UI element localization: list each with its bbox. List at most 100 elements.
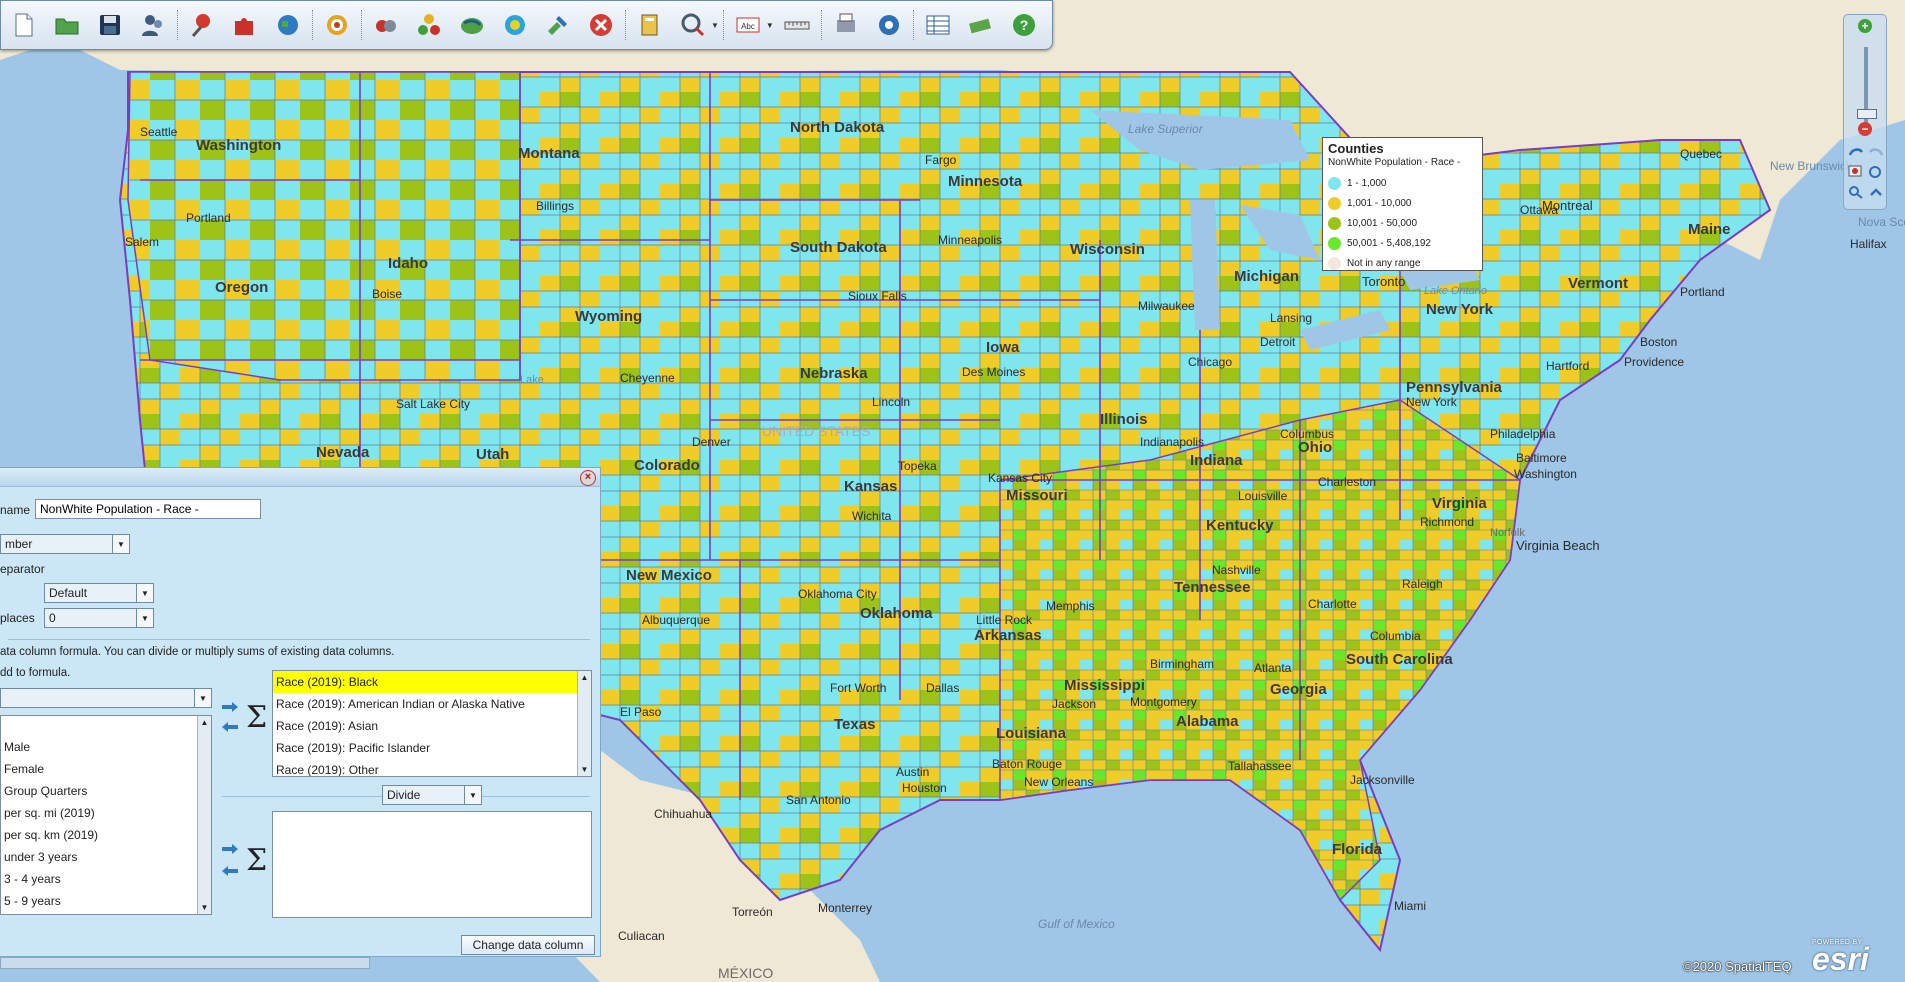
- help-button[interactable]: ?: [1007, 8, 1041, 42]
- ruler-button[interactable]: [780, 8, 814, 42]
- clipboard-button[interactable]: [633, 8, 667, 42]
- globe-button[interactable]: [271, 8, 305, 42]
- add-to-numerator-button[interactable]: [221, 701, 239, 713]
- type-select[interactable]: mber ▼: [0, 534, 130, 554]
- map-label: Milwaukee: [1138, 299, 1195, 313]
- pan-forward-icon[interactable]: [1868, 145, 1884, 159]
- category-select[interactable]: ▼: [0, 688, 212, 708]
- lasso-select-button[interactable]: [676, 8, 710, 42]
- print-button[interactable]: [829, 8, 863, 42]
- cancel-button[interactable]: [584, 8, 618, 42]
- users-button[interactable]: [136, 8, 170, 42]
- map-label: Louisville: [1238, 489, 1288, 503]
- map-label: Nashville: [1212, 563, 1261, 577]
- chevron-down-icon[interactable]: ▼: [766, 21, 774, 30]
- dialog-title-bar[interactable]: ×: [0, 468, 600, 487]
- chevron-up-icon[interactable]: [1868, 185, 1884, 199]
- main-toolbar: ▼ Abc ▼ ?: [0, 0, 1053, 50]
- zoom-box-icon[interactable]: [1848, 165, 1864, 179]
- legend-subtitle: NonWhite Population - Race -: [1328, 157, 1461, 168]
- save-button[interactable]: [93, 8, 127, 42]
- map-label: Florida: [1332, 841, 1383, 858]
- list-item[interactable]: Group Quarters: [1, 780, 211, 802]
- remove-from-denominator-button[interactable]: [221, 865, 239, 877]
- list-item[interactable]: per sq. mi (2019): [1, 802, 211, 824]
- map-label: Lake: [520, 374, 544, 386]
- add-to-formula-text: dd to formula.: [0, 667, 71, 679]
- zoom-out-button[interactable]: −: [1858, 122, 1872, 136]
- list-item[interactable]: Race (2019): Pacific Islander: [273, 737, 591, 759]
- denominator-columns-list[interactable]: [272, 811, 592, 918]
- tools-button[interactable]: [541, 8, 575, 42]
- map-label: Topeka: [898, 459, 937, 473]
- list-item[interactable]: 3 - 4 years: [1, 868, 211, 890]
- map-label: Raleigh: [1402, 577, 1443, 591]
- list-item[interactable]: Race (2019): Black: [273, 671, 591, 693]
- chevron-down-icon[interactable]: ▼: [578, 763, 591, 776]
- operator-select[interactable]: Divide ▼: [382, 785, 482, 805]
- money-button[interactable]: [964, 8, 998, 42]
- map-label: San Antonio: [786, 793, 851, 807]
- radius-button[interactable]: [320, 8, 354, 42]
- add-to-denominator-button[interactable]: [221, 843, 239, 855]
- map-label: Montgomery: [1130, 695, 1197, 709]
- name-field[interactable]: [35, 499, 261, 519]
- chevron-down-icon[interactable]: ▼: [711, 21, 719, 30]
- layer-button[interactable]: [455, 8, 489, 42]
- arrow-left-icon: [222, 722, 238, 732]
- remove-from-numerator-button[interactable]: [221, 721, 239, 733]
- map-label: Texas: [834, 716, 875, 733]
- scrollbar[interactable]: ▲ ▼: [577, 671, 591, 776]
- new-document-button[interactable]: [7, 8, 41, 42]
- decimal-places-select[interactable]: 0 ▼: [44, 608, 154, 628]
- world-settings-button[interactable]: [872, 8, 906, 42]
- list-item[interactable]: Female: [1, 758, 211, 780]
- numerator-columns-list[interactable]: Race (2019): Black Race (2019): American …: [272, 670, 592, 777]
- zoom-slider-handle[interactable]: [1857, 109, 1877, 119]
- separator-label: eparator: [0, 562, 45, 576]
- zoom-in-button[interactable]: +: [1858, 19, 1872, 33]
- text-label-button[interactable]: Abc: [731, 8, 765, 42]
- zoom-extent-icon[interactable]: [1868, 165, 1884, 179]
- map-label: Oklahoma: [860, 605, 933, 622]
- scrollbar[interactable]: ▲ ▼: [197, 716, 211, 914]
- chevron-up-icon[interactable]: ▲: [198, 716, 211, 729]
- svg-text:Abc: Abc: [741, 22, 755, 31]
- list-item[interactable]: Race (2019): Asian: [273, 715, 591, 737]
- pan-back-icon[interactable]: [1848, 145, 1864, 159]
- chevron-up-icon[interactable]: ▲: [578, 671, 591, 684]
- map-label: Indianapolis: [1140, 435, 1204, 449]
- source-columns-list[interactable]: Male Female Group Quarters per sq. mi (2019…: [0, 715, 212, 915]
- list-item[interactable]: Race (2019): American Indian or Alaska N…: [273, 693, 591, 715]
- map-label: Lincoln: [872, 395, 910, 409]
- map-label: Nova Scotia: [1858, 215, 1905, 229]
- ring-button[interactable]: [498, 8, 532, 42]
- map-label: Gulf of Mexico: [1038, 917, 1115, 931]
- data-column-dialog: × name mber ▼ eparator Default ▼ places …: [0, 467, 601, 957]
- data-table-button[interactable]: [921, 8, 955, 42]
- add-point-button[interactable]: [185, 8, 219, 42]
- map-label: Illinois: [1100, 411, 1148, 428]
- map-label: Minneapolis: [938, 233, 1002, 247]
- list-item[interactable]: Male: [1, 736, 211, 758]
- list-item[interactable]: under 3 years: [1, 846, 211, 868]
- open-button[interactable]: [50, 8, 84, 42]
- decimal-places-value: 0: [49, 611, 56, 625]
- list-item[interactable]: per sq. km (2019): [1, 824, 211, 846]
- territory-button[interactable]: [228, 8, 262, 42]
- change-data-column-button[interactable]: Change data column: [461, 935, 595, 955]
- sigma-icon: Σ: [246, 700, 268, 735]
- esri-logo: POWERED BY esri: [1812, 939, 1869, 977]
- operator-select-value: Divide: [387, 788, 421, 802]
- numerator-columns-items: Race (2019): Black Race (2019): American …: [273, 671, 591, 776]
- close-icon[interactable]: ×: [580, 470, 596, 486]
- map-label: Ohio: [1298, 439, 1332, 456]
- list-item[interactable]: 5 - 9 years: [1, 890, 211, 912]
- list-item[interactable]: Race (2019): Other: [273, 759, 591, 776]
- chevron-down-icon[interactable]: ▼: [198, 901, 211, 914]
- chevron-down-icon: ▼: [136, 609, 153, 627]
- pin-pair-button[interactable]: [369, 8, 403, 42]
- heatmap-button[interactable]: [412, 8, 446, 42]
- separator-select[interactable]: Default ▼: [44, 583, 154, 603]
- magnifier-icon[interactable]: [1848, 185, 1864, 199]
